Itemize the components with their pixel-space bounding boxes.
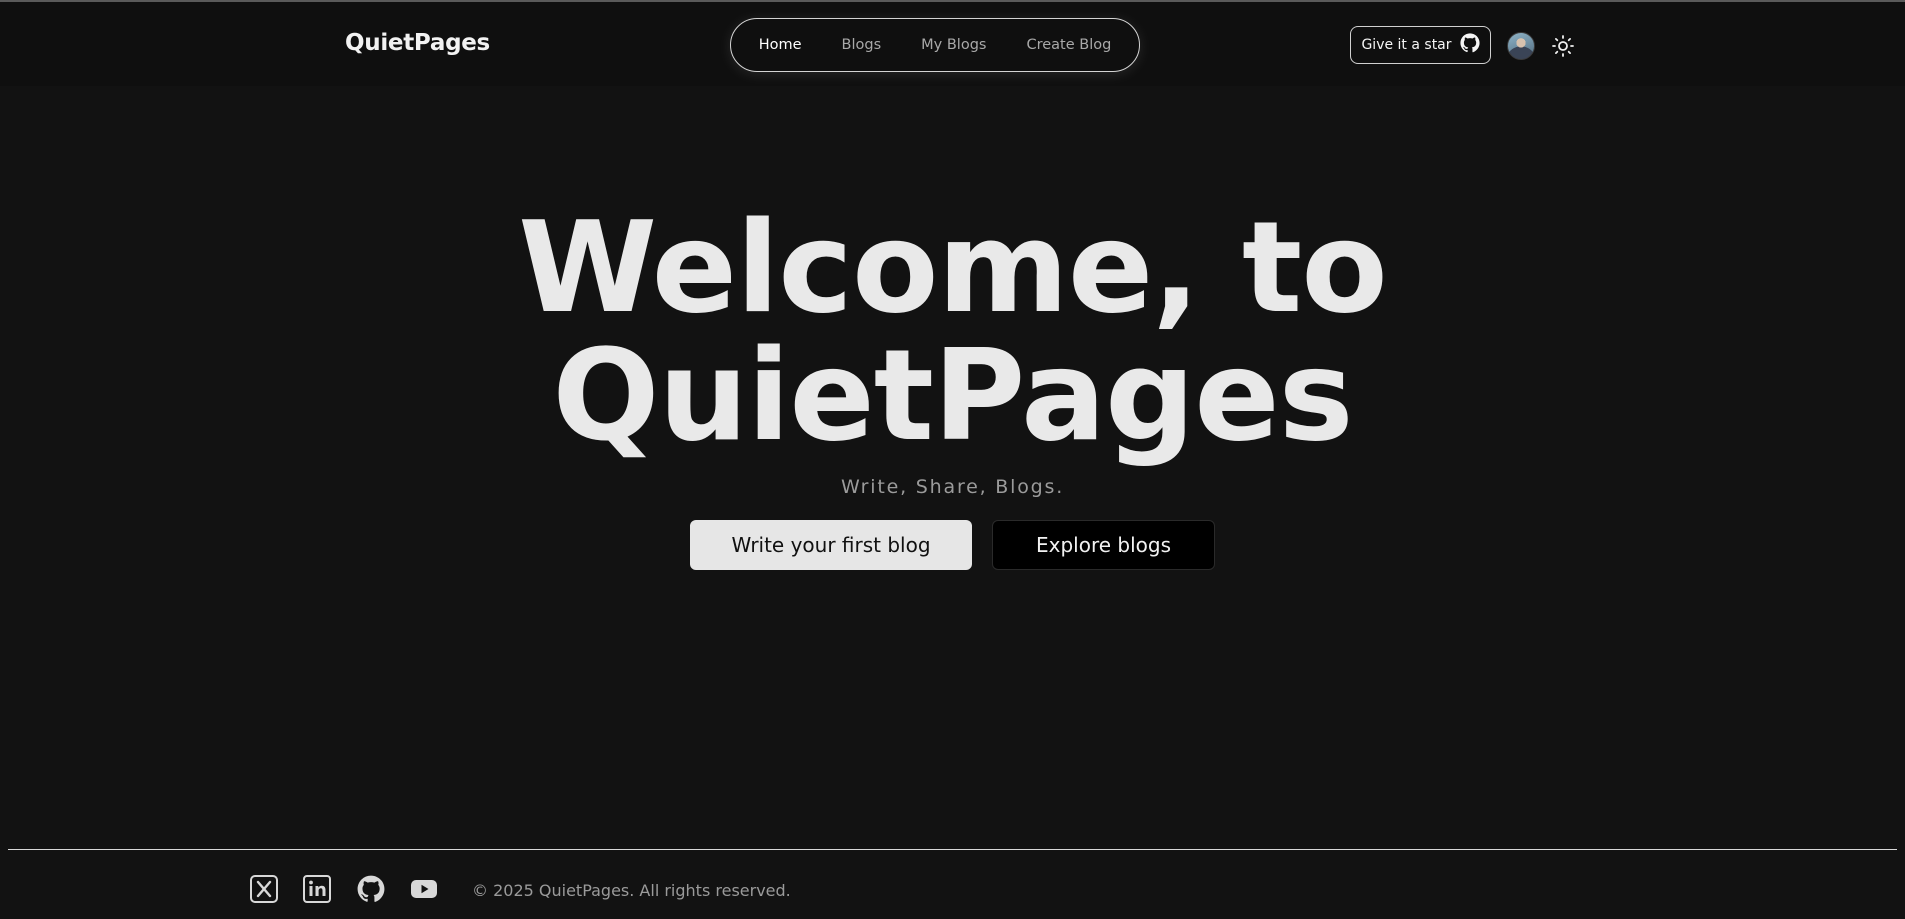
footer: © 2025 QuietPages. All rights reserved. [0, 850, 1905, 919]
hero-title: Welcome, to QuietPages [0, 204, 1905, 460]
nav-home[interactable]: Home [759, 37, 802, 53]
x-twitter-icon[interactable] [250, 875, 278, 903]
write-first-blog-button[interactable]: Write your first blog [690, 520, 972, 570]
linkedin-icon[interactable] [303, 875, 331, 903]
youtube-icon[interactable] [410, 875, 438, 903]
hero-subtitle: Write, Share, Blogs. [840, 476, 1065, 498]
nav-blogs[interactable]: Blogs [842, 37, 882, 53]
main-nav: Home Blogs My Blogs Create Blog [730, 18, 1140, 72]
sun-icon[interactable] [1551, 34, 1575, 58]
github-star-button[interactable]: Give it a star [1350, 26, 1491, 64]
explore-blogs-button[interactable]: Explore blogs [992, 520, 1215, 570]
user-avatar[interactable] [1507, 32, 1535, 60]
nav-create-blog[interactable]: Create Blog [1026, 37, 1111, 53]
copyright-text: © 2025 QuietPages. All rights reserved. [472, 881, 791, 900]
cta-row: Write your first blog Explore blogs [690, 520, 1215, 570]
navbar: QuietPages Home Blogs My Blogs Create Bl… [0, 2, 1905, 86]
nav-my-blogs[interactable]: My Blogs [921, 37, 986, 53]
brand-logo[interactable]: QuietPages [345, 30, 490, 56]
star-button-label: Give it a star [1361, 37, 1452, 53]
hero-title-line-1: Welcome, to [518, 194, 1388, 341]
github-icon[interactable] [357, 875, 385, 903]
hero-section: Welcome, to QuietPages Write, Share, Blo… [0, 86, 1905, 846]
github-icon [1459, 33, 1480, 57]
hero-title-line-2: QuietPages [552, 322, 1353, 469]
